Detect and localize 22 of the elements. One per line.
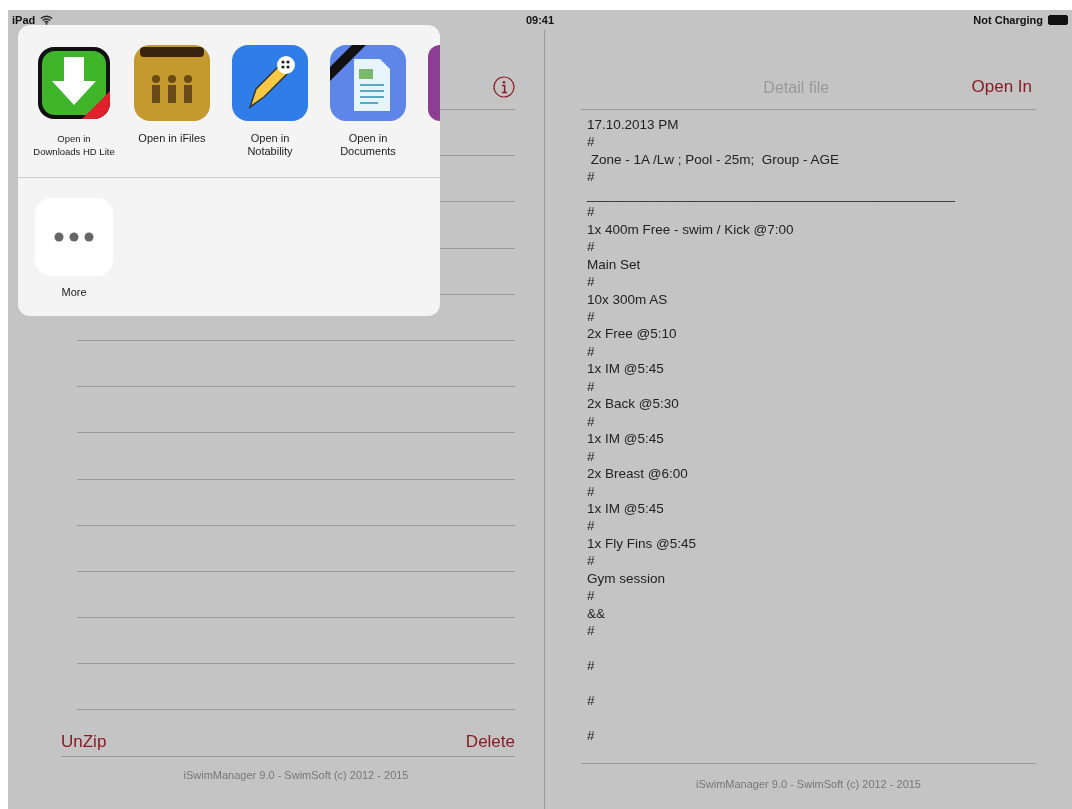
wifi-icon: [40, 15, 54, 25]
app-label: Open in Notability: [247, 132, 293, 158]
pencil-microphone-icon[interactable]: [232, 45, 308, 121]
battery-icon: [1048, 15, 1068, 25]
toolbar-button[interactable]: UnZip: [61, 732, 107, 753]
app-label: Open in Downloads HD Lite: [33, 132, 115, 158]
toolbar-button[interactable]: Delete: [465, 732, 515, 753]
footer-text: iSwimManager 9.0 - SwimSoft (c) 2012 - 2015: [695, 778, 922, 790]
file-content-text: 17.10.2013 PM # Zone - 1A /Lw ; Pool - 25m; Group - AGE # _________________________________________________ # 1x 400m Free - swim / Kick @7:00 # Main Set # 10x 300m AS # 2x Free @5:10 # 1x IM @5:45 # 2x Back @5:30 # 1x IM @5:45 # 2x Breast @6:00 # 1x IM @5:45 # 1x Fly Fins @5:45 # Gym session # && # # # #: [581, 110, 1036, 764]
open-in-button[interactable]: Open In: [971, 77, 1032, 97]
info-icon[interactable]: [493, 76, 515, 98]
battery-status: Not Charging: [973, 14, 1043, 26]
app-label: More: [61, 286, 87, 299]
device-name: iPad: [12, 14, 36, 26]
footer-text: iSwimManager 9.0 - SwimSoft (c) 2012 - 2015: [182, 769, 410, 782]
app-icon[interactable]: [428, 45, 440, 121]
app-label: Open in iFiles: [138, 132, 206, 145]
document-icon[interactable]: [330, 45, 406, 121]
more-icon[interactable]: [35, 198, 113, 276]
status-time: 09:41: [525, 14, 555, 26]
people-folder-icon[interactable]: [134, 45, 210, 121]
app-label: Open in Documents: [340, 132, 396, 158]
